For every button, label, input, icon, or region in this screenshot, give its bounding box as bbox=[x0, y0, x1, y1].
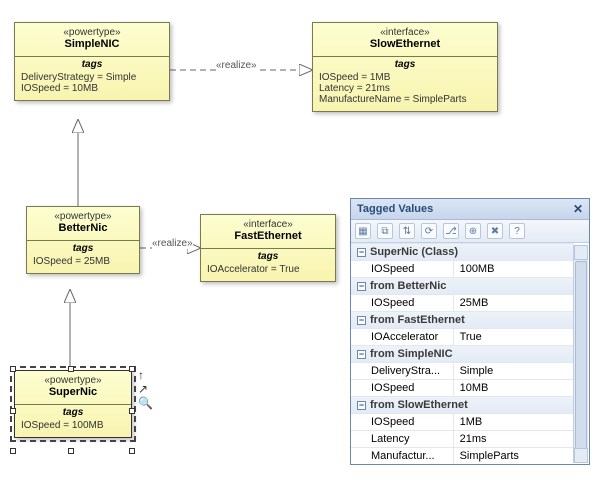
tag-row: DeliveryStrategy = Simple bbox=[21, 72, 163, 83]
close-icon[interactable]: ✕ bbox=[573, 202, 583, 216]
delete-icon[interactable]: ✖ bbox=[487, 223, 503, 239]
property-value[interactable]: 1MB bbox=[454, 414, 574, 430]
class-name: SuperNic bbox=[21, 386, 125, 398]
class-slowethernet[interactable]: «interface» SlowEthernet tags IOSpeed = … bbox=[312, 22, 498, 112]
help-icon[interactable]: ? bbox=[509, 223, 525, 239]
property-value[interactable]: 25MB bbox=[454, 295, 574, 311]
stereotype-label: «interface» bbox=[319, 27, 491, 38]
stereotype-label: «powertype» bbox=[33, 211, 133, 222]
edge-label-realize-2: «realize» bbox=[152, 238, 193, 249]
arrow-upright-icon[interactable]: ↗ bbox=[138, 382, 153, 396]
tag-row: IOSpeed = 1MB bbox=[319, 72, 491, 83]
tag-row: IOSpeed = 25MB bbox=[33, 256, 133, 267]
panel-titlebar[interactable]: Tagged Values ✕ bbox=[351, 199, 589, 220]
tags-header: tags bbox=[15, 405, 131, 418]
property-value[interactable]: 100MB bbox=[454, 261, 574, 277]
tag-row: IOSpeed = 10MB bbox=[21, 83, 163, 94]
tag-row: Latency = 21ms bbox=[319, 83, 491, 94]
class-simplenic[interactable]: «powertype» SimpleNIC tags DeliveryStrat… bbox=[14, 22, 170, 101]
class-betternic[interactable]: «powertype» BetterNic tags IOSpeed = 25M… bbox=[26, 206, 140, 274]
stereotype-label: «interface» bbox=[207, 219, 329, 230]
property-value[interactable]: True bbox=[454, 329, 574, 345]
tag-icon[interactable]: ⊕ bbox=[465, 223, 481, 239]
panel-toolbar: ▦ ⧉ ⇅ ⟳ ⎇ ⊕ ✖ ? bbox=[351, 220, 589, 243]
property-row[interactable]: IOSpeed1MB bbox=[351, 413, 574, 430]
tags-header: tags bbox=[15, 57, 169, 70]
property-row[interactable]: Manufactur...SimpleParts bbox=[351, 447, 574, 464]
property-key: IOSpeed bbox=[351, 380, 454, 396]
scroll-down-button[interactable] bbox=[574, 448, 588, 463]
group-header[interactable]: −from BetterNic bbox=[351, 277, 574, 294]
stereotype-label: «powertype» bbox=[21, 27, 163, 38]
property-row[interactable]: IOSpeed25MB bbox=[351, 294, 574, 311]
property-row[interactable]: IOAcceleratorTrue bbox=[351, 328, 574, 345]
collapse-icon[interactable]: − bbox=[357, 248, 366, 257]
property-row[interactable]: DeliveryStra...Simple bbox=[351, 362, 574, 379]
class-name: BetterNic bbox=[33, 222, 133, 234]
property-key: Manufactur... bbox=[351, 448, 454, 464]
group-header[interactable]: −SuperNic (Class) bbox=[351, 243, 574, 260]
property-key: IOSpeed bbox=[351, 295, 454, 311]
tags-header: tags bbox=[27, 241, 139, 254]
property-value[interactable]: 10MB bbox=[454, 380, 574, 396]
class-name: SimpleNIC bbox=[21, 38, 163, 50]
collapse-icon[interactable]: − bbox=[357, 316, 366, 325]
grid-icon[interactable]: ▦ bbox=[355, 223, 371, 239]
edge-label-realize-1: «realize» bbox=[216, 60, 257, 71]
scroll-up-button[interactable] bbox=[574, 245, 588, 260]
id-icon[interactable]: ⧉ bbox=[377, 223, 393, 239]
property-key: IOAccelerator bbox=[351, 329, 454, 345]
collapse-icon[interactable]: − bbox=[357, 350, 366, 359]
tagged-values-grid[interactable]: −SuperNic (Class)IOSpeed100MB−from Bette… bbox=[351, 243, 589, 464]
quicklink-adorners[interactable]: ↑ ↗ 🔍 bbox=[138, 368, 153, 410]
class-name: FastEthernet bbox=[207, 230, 329, 242]
tag-row: ManufactureName = SimpleParts bbox=[319, 94, 491, 105]
refresh-icon[interactable]: ⟳ bbox=[421, 223, 437, 239]
tags-header: tags bbox=[201, 249, 335, 262]
panel-title: Tagged Values bbox=[357, 203, 433, 215]
property-key: Latency bbox=[351, 431, 454, 447]
group-header[interactable]: −from SimpleNIC bbox=[351, 345, 574, 362]
property-value[interactable]: Simple bbox=[454, 363, 574, 379]
group-header[interactable]: −from SlowEthernet bbox=[351, 396, 574, 413]
property-row[interactable]: IOSpeed10MB bbox=[351, 379, 574, 396]
property-value[interactable]: 21ms bbox=[454, 431, 574, 447]
magnify-icon[interactable]: 🔍 bbox=[138, 396, 153, 410]
class-fastethernet[interactable]: «interface» FastEthernet tags IOAccelera… bbox=[200, 214, 336, 282]
sort-icon[interactable]: ⇅ bbox=[399, 223, 415, 239]
tagged-values-panel[interactable]: Tagged Values ✕ ▦ ⧉ ⇅ ⟳ ⎇ ⊕ ✖ ? −SuperNi… bbox=[350, 198, 590, 465]
tags-header: tags bbox=[313, 57, 497, 70]
tag-row: IOAccelerator = True bbox=[207, 264, 329, 275]
diagram-canvas[interactable]: «realize» «realize» «powertype» SimpleNI… bbox=[0, 0, 599, 504]
property-row[interactable]: IOSpeed100MB bbox=[351, 260, 574, 277]
group-header[interactable]: −from FastEthernet bbox=[351, 311, 574, 328]
property-key: IOSpeed bbox=[351, 414, 454, 430]
scrollbar[interactable] bbox=[573, 245, 588, 463]
property-value[interactable]: SimpleParts bbox=[454, 448, 574, 464]
class-name: SlowEthernet bbox=[319, 38, 491, 50]
branch-icon[interactable]: ⎇ bbox=[443, 223, 459, 239]
property-key: DeliveryStra... bbox=[351, 363, 454, 379]
collapse-icon[interactable]: − bbox=[357, 401, 366, 410]
collapse-icon[interactable]: − bbox=[357, 282, 366, 291]
stereotype-label: «powertype» bbox=[21, 375, 125, 386]
arrow-up-icon[interactable]: ↑ bbox=[138, 368, 153, 382]
tag-row: IOSpeed = 100MB bbox=[21, 420, 125, 431]
property-key: IOSpeed bbox=[351, 261, 454, 277]
class-supernic[interactable]: «powertype» SuperNic tags IOSpeed = 100M… bbox=[14, 370, 132, 438]
property-row[interactable]: Latency21ms bbox=[351, 430, 574, 447]
scroll-thumb[interactable] bbox=[575, 261, 587, 461]
